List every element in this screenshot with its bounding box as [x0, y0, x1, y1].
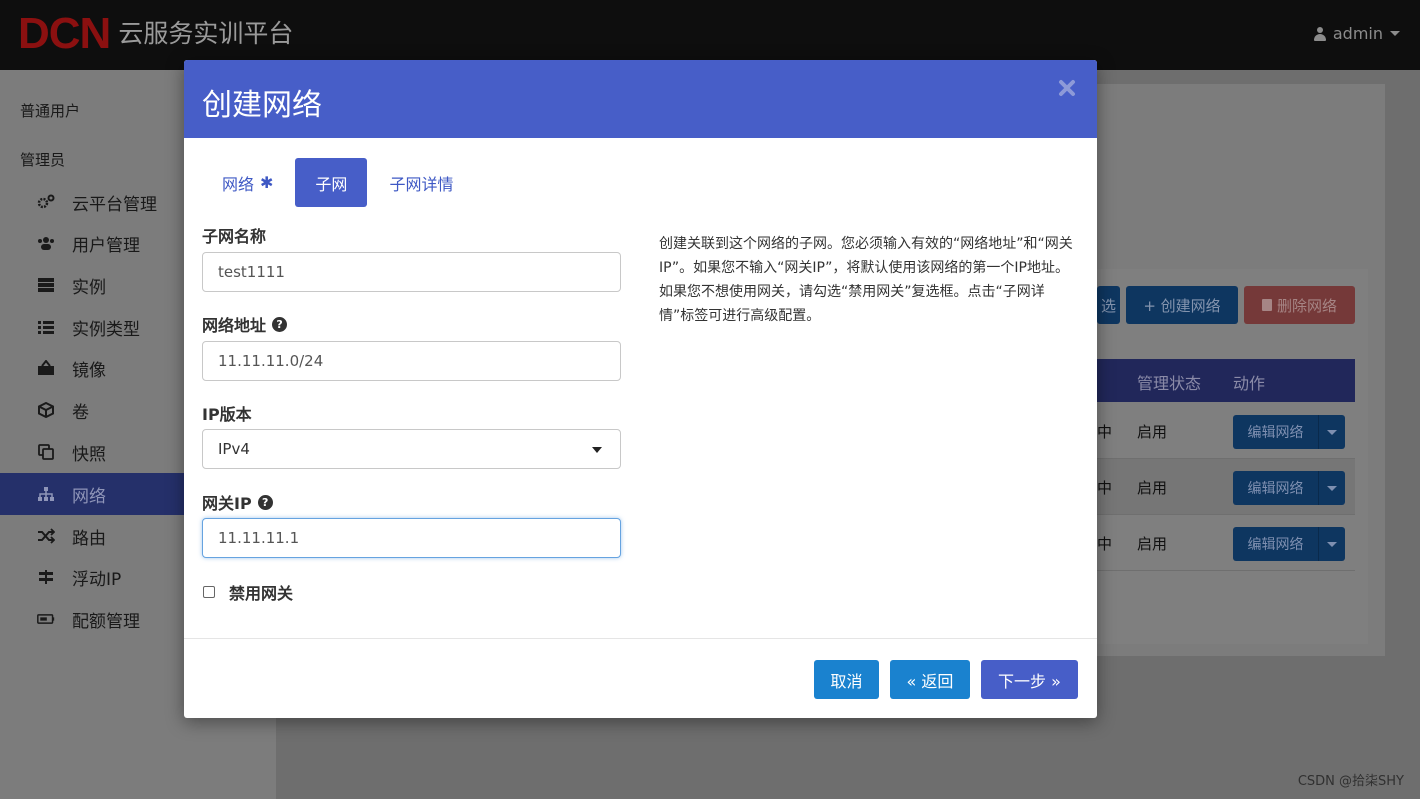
- edit-network-button[interactable]: 编辑网络: [1233, 415, 1319, 449]
- gateway-ip-input[interactable]: [202, 518, 621, 558]
- close-icon[interactable]: [1057, 78, 1077, 98]
- table-row: 中 启用 编辑网络: [1097, 459, 1355, 515]
- caret-down-icon: [592, 447, 602, 453]
- table-row: 中 启用 编辑网络: [1097, 403, 1355, 459]
- ip-version-label: IP版本: [202, 405, 252, 424]
- edit-network-split-button[interactable]: 编辑网络: [1233, 415, 1345, 449]
- ip-version-select[interactable]: IPv4: [202, 429, 621, 469]
- disable-gateway-row: 禁用网关: [203, 580, 293, 604]
- app-title: 云服务实训平台: [118, 19, 294, 48]
- list-icon: [36, 319, 56, 335]
- question-circle-icon[interactable]: ?: [257, 494, 273, 510]
- cogs-icon: [36, 194, 56, 210]
- chevron-down-icon[interactable]: [1319, 415, 1345, 449]
- edit-network-button[interactable]: 编辑网络: [1233, 527, 1319, 561]
- cube-icon: [36, 402, 56, 418]
- gateway-ip-label: 网关IP ?: [202, 490, 273, 514]
- sidebar-item-label: 卷: [72, 402, 89, 423]
- sidebar-item-label: 配额管理: [72, 611, 140, 632]
- tab-network[interactable]: 网络 ✱: [202, 158, 293, 207]
- edit-network-split-button[interactable]: 编辑网络: [1233, 471, 1345, 505]
- modal-title: 创建网络: [202, 88, 322, 123]
- user-icon: [1313, 26, 1326, 41]
- user-menu[interactable]: admin: [1313, 24, 1400, 43]
- sidebar-item-label: 实例类型: [72, 319, 140, 340]
- users-icon: [36, 235, 56, 251]
- chevron-down-icon: [1390, 31, 1400, 36]
- edit-network-split-button[interactable]: 编辑网络: [1233, 527, 1345, 561]
- sidebar-item-label: 路由: [72, 528, 106, 549]
- sidebar-item-label: 实例: [72, 277, 106, 298]
- sitemap-icon: [36, 486, 56, 502]
- next-button[interactable]: 下一步 »: [981, 660, 1078, 699]
- chevron-down-icon[interactable]: [1319, 471, 1345, 505]
- chevron-down-icon[interactable]: [1319, 527, 1345, 561]
- disable-gateway-checkbox[interactable]: [203, 586, 215, 598]
- battery-icon: [36, 611, 56, 627]
- network-address-label: 网络地址 ?: [202, 312, 288, 336]
- sidebar-item-label: 浮动IP: [72, 569, 122, 590]
- trash-icon: [1261, 299, 1272, 311]
- signpost-icon: [36, 569, 56, 585]
- table-row: 中 启用 编辑网络: [1097, 515, 1355, 571]
- cancel-button[interactable]: 取消: [814, 660, 879, 699]
- filter-button[interactable]: 选: [1097, 286, 1120, 324]
- sidebar-item-label: 快照: [72, 444, 106, 465]
- random-icon: [36, 528, 56, 544]
- copy-icon: [36, 444, 56, 460]
- modal-header: 创建网络: [184, 60, 1097, 138]
- logo[interactable]: DCN 云服务实训平台: [18, 9, 294, 58]
- username: admin: [1332, 24, 1383, 43]
- table-header: 管理状态 动作: [1097, 359, 1355, 402]
- column-admin-state[interactable]: 管理状态: [1137, 370, 1201, 394]
- disable-gateway-label[interactable]: 禁用网关: [229, 580, 293, 604]
- question-circle-icon[interactable]: ?: [272, 316, 288, 332]
- modal-footer: 取消 « 返回 下一步 »: [184, 638, 1097, 718]
- sidebar-item-label: 用户管理: [72, 235, 140, 256]
- sidebar-section-user[interactable]: 普通用户: [20, 100, 80, 121]
- sidebar-item-label: 云平台管理: [72, 194, 157, 215]
- subnet-name-input[interactable]: [202, 252, 621, 292]
- sidebar-item-label: 镜像: [72, 360, 106, 381]
- tab-subnet[interactable]: 子网: [295, 158, 368, 207]
- back-button[interactable]: « 返回: [890, 660, 970, 699]
- modal-tabs: 网络 ✱ 子网 子网详情: [202, 158, 475, 207]
- subnet-name-label: 子网名称: [202, 227, 267, 246]
- column-actions: 动作: [1233, 374, 1266, 393]
- delete-network-button[interactable]: 删除网络: [1244, 286, 1355, 324]
- required-icon: ✱: [260, 173, 274, 192]
- sidebar-section-admin[interactable]: 管理员: [20, 149, 65, 170]
- create-network-modal: 创建网络 网络 ✱ 子网 子网详情 子网名称 网络地址 ? IP版本 IPv4 …: [184, 60, 1097, 718]
- tab-subnet-details[interactable]: 子网详情: [369, 158, 473, 207]
- create-network-button[interactable]: + 创建网络: [1126, 286, 1238, 324]
- logo-mark: DCN: [18, 9, 111, 58]
- sidebar-item-label: 网络: [72, 486, 106, 507]
- server-icon: [36, 277, 56, 293]
- subnet-help-text: 创建关联到这个网络的子网。您必须输入有效的“网络地址”和“网关IP”。如果您不输…: [659, 236, 1073, 324]
- image-icon: [36, 360, 56, 376]
- network-address-input[interactable]: [202, 341, 621, 381]
- edit-network-button[interactable]: 编辑网络: [1233, 471, 1319, 505]
- watermark: CSDN @拾柒SHY: [1297, 774, 1404, 789]
